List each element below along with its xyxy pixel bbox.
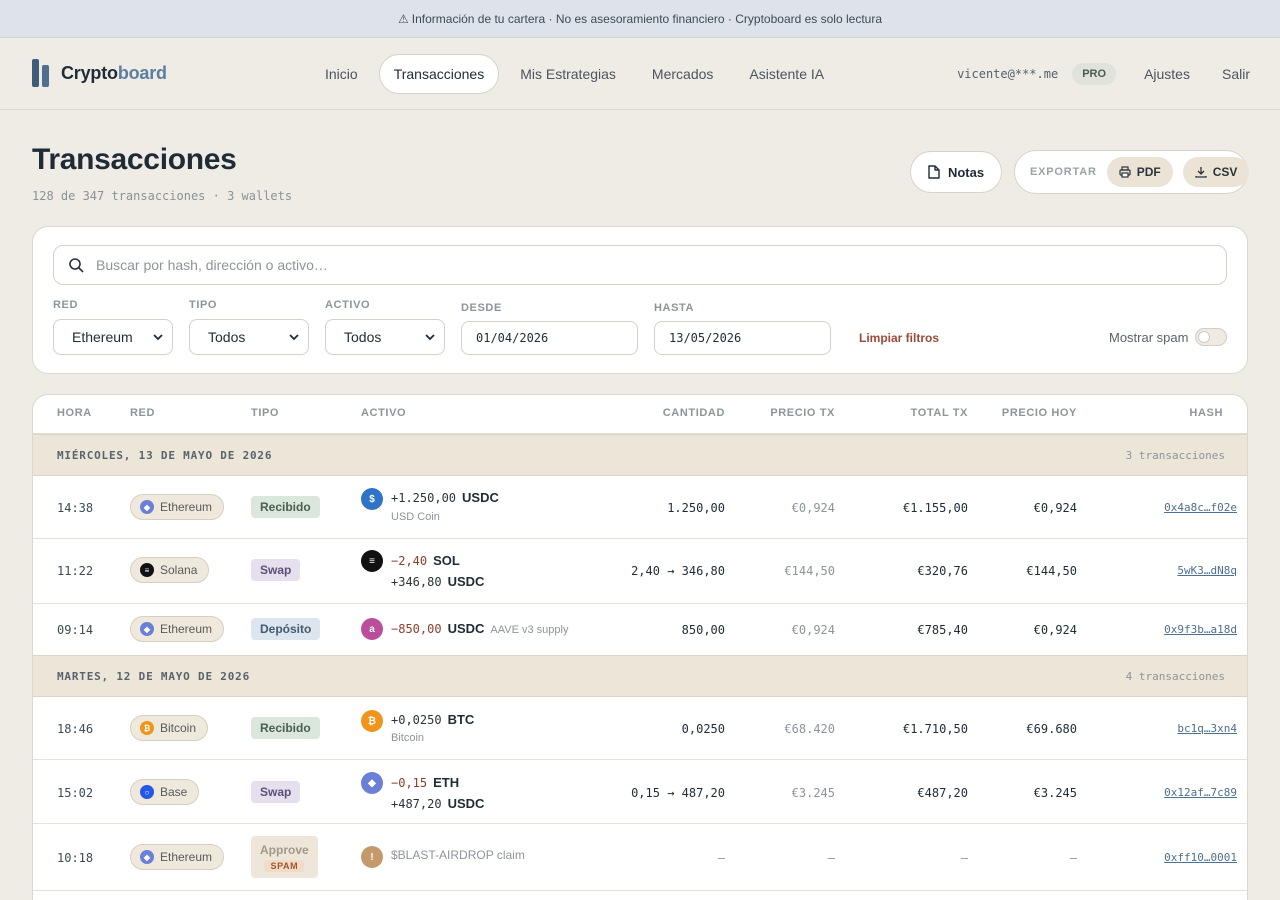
table-row[interactable]: 10:18 ◆ Ethereum Approve SPAM ! $BLAST-AI… — [33, 824, 1247, 891]
banner-text: Información de tu cartera · No es asesor… — [411, 11, 882, 26]
show-spam-toggle[interactable] — [1195, 328, 1227, 346]
col-red[interactable]: RED — [130, 407, 155, 419]
col-tipo[interactable]: TIPO — [251, 407, 279, 419]
ethereum-icon: ◆ — [140, 850, 154, 864]
nav-mis-estrategias[interactable]: Mis Estrategias — [505, 54, 631, 94]
solana-icon: ≡ — [140, 563, 154, 577]
col-precio-hoy[interactable]: PRECIO HOY — [977, 407, 1077, 419]
col-hash[interactable]: HASH — [1123, 407, 1223, 419]
col-total-tx[interactable]: TOTAL TX — [868, 407, 968, 419]
solana-icon: ≡ — [361, 550, 383, 572]
network-chip[interactable]: ◆ Ethereum — [130, 616, 225, 642]
document-icon — [928, 165, 940, 179]
table-row[interactable]: 18:46 ₿ Bitcoin Recibido ₿ +0,0250 BTC Bit… — [33, 697, 1247, 760]
tipo-label: TIPO — [189, 299, 218, 311]
date-group-header: MARTES, 12 DE MAYO DE 2026 4 transaccion… — [33, 655, 1247, 697]
activo-select[interactable]: Todos — [325, 319, 445, 355]
transactions-table: HORA RED TIPO ACTIVO CANTIDAD PRECIO TX … — [32, 394, 1248, 900]
col-precio-tx[interactable]: PRECIO TX — [735, 407, 835, 419]
logout-link[interactable]: Salir — [1222, 66, 1250, 82]
table-row[interactable]: 15:02 ○ Base Swap ◆ −0,15 ETH +487,20 USDC … — [33, 760, 1247, 824]
user-email: vicente@***.me — [957, 67, 1059, 81]
export-label: EXPORTAR — [1030, 166, 1097, 178]
hash-link[interactable]: 5wK3…dN8q — [1177, 564, 1237, 577]
brand-name: Cryptoboard — [61, 62, 167, 83]
page-title: Transacciones — [32, 143, 237, 176]
export-group: EXPORTAR PDF CSV — [1014, 150, 1250, 194]
desde-label: DESDE — [461, 302, 502, 314]
network-chip[interactable]: ≡ Solana — [130, 557, 210, 583]
hash-link[interactable]: 0xff10…0001 — [1164, 851, 1237, 864]
warning-icon: ⚠ — [398, 11, 409, 26]
type-tag: Recibido — [251, 496, 320, 518]
usdc-icon: $ — [361, 488, 383, 510]
tipo-select[interactable]: Todos — [189, 319, 309, 355]
network-chip[interactable]: ◆ Ethereum — [130, 844, 225, 870]
chevron-down-icon — [289, 334, 299, 341]
bitcoin-icon: ₿ — [361, 710, 383, 732]
search-box[interactable] — [53, 245, 1227, 285]
red-label: RED — [53, 299, 79, 311]
hash-link[interactable]: 0x9f3b…a18d — [1164, 623, 1237, 636]
ethereum-icon: ◆ — [140, 500, 154, 514]
col-cantidad[interactable]: CANTIDAD — [625, 407, 725, 419]
date-group-header: MIÉRCOLES, 13 DE MAYO DE 2026 3 transacc… — [33, 434, 1247, 476]
bitcoin-icon: ₿ — [140, 721, 154, 735]
network-chip[interactable]: ₿ Bitcoin — [130, 715, 209, 741]
printer-icon — [1119, 166, 1131, 178]
main-menu: Inicio Transacciones Mis Estrategias Mer… — [310, 54, 845, 94]
ethereum-icon: ◆ — [140, 622, 154, 636]
table-row[interactable]: 09:14 ◆ Ethereum Depósito a −850,00 USDC AA… — [33, 604, 1247, 656]
network-chip[interactable]: ○ Base — [130, 779, 200, 805]
type-tag: Approve SPAM — [251, 836, 318, 878]
aave-icon: a — [361, 618, 383, 640]
warning-icon: ! — [361, 846, 383, 868]
nav-mercados[interactable]: Mercados — [637, 54, 728, 94]
hasta-date-input[interactable]: 13/05/2026 — [654, 321, 831, 355]
download-icon — [1195, 167, 1207, 178]
type-tag: Depósito — [251, 618, 321, 640]
export-csv-button[interactable]: CSV — [1182, 157, 1250, 187]
clear-filters-link[interactable]: Limpiar filtros — [859, 331, 939, 345]
ethereum-icon: ◆ — [361, 772, 383, 794]
nav-transacciones[interactable]: Transacciones — [378, 54, 500, 94]
hash-link[interactable]: 0x4a8c…f02e — [1164, 501, 1237, 514]
hasta-label: HASTA — [654, 302, 695, 314]
hash-link[interactable]: bc1q…3xn4 — [1177, 722, 1237, 735]
disclaimer-banner: ⚠ Información de tu cartera · No es ases… — [0, 0, 1280, 38]
plan-badge: PRO — [1072, 63, 1117, 85]
user-area: vicente@***.me PRO Ajustes Salir — [957, 61, 1250, 87]
network-chip[interactable]: ◆ Ethereum — [130, 494, 225, 520]
nav-asistente-ia[interactable]: Asistente IA — [734, 54, 839, 94]
show-spam-label: Mostrar spam — [1109, 330, 1189, 345]
chevron-down-icon — [425, 334, 435, 341]
logo-icon — [32, 59, 51, 87]
type-tag: Swap — [251, 781, 301, 803]
top-nav: Cryptoboard Inicio Transacciones Mis Est… — [0, 38, 1280, 110]
activo-label: ACTIVO — [325, 299, 371, 311]
desde-date-input[interactable]: 01/04/2026 — [461, 321, 638, 355]
base-icon: ○ — [140, 785, 154, 799]
spam-badge: SPAM — [264, 859, 305, 872]
search-input[interactable] — [96, 257, 1196, 273]
col-activo[interactable]: ACTIVO — [361, 407, 406, 419]
table-header: HORA RED TIPO ACTIVO CANTIDAD PRECIO TX … — [33, 395, 1247, 434]
hash-link[interactable]: 0x12af…7c89 — [1164, 786, 1237, 799]
chevron-down-icon — [153, 334, 163, 341]
settings-link[interactable]: Ajustes — [1144, 66, 1190, 82]
logo[interactable]: Cryptoboard — [32, 59, 167, 87]
nav-inicio[interactable]: Inicio — [310, 54, 373, 94]
table-row[interactable]: 11:22 ≡ Solana Swap ≡ −2,40 SOL +346,80 USD… — [33, 539, 1247, 604]
table-row[interactable]: 14:38 ◆ Ethereum Recibido $ +1.250,00 USDC… — [33, 476, 1247, 539]
filters-panel: RED Ethereum TIPO Todos ACTIVO Todos DES… — [32, 226, 1248, 374]
notes-button[interactable]: Notas — [910, 151, 1002, 193]
page-subtitle: 128 de 347 transacciones · 3 wallets — [32, 189, 293, 203]
search-icon — [69, 258, 84, 273]
type-tag: Recibido — [251, 717, 320, 739]
col-hora[interactable]: HORA — [57, 407, 92, 419]
type-tag: Swap — [251, 559, 301, 581]
red-select[interactable]: Ethereum — [53, 319, 173, 355]
export-pdf-button[interactable]: PDF — [1106, 157, 1173, 187]
